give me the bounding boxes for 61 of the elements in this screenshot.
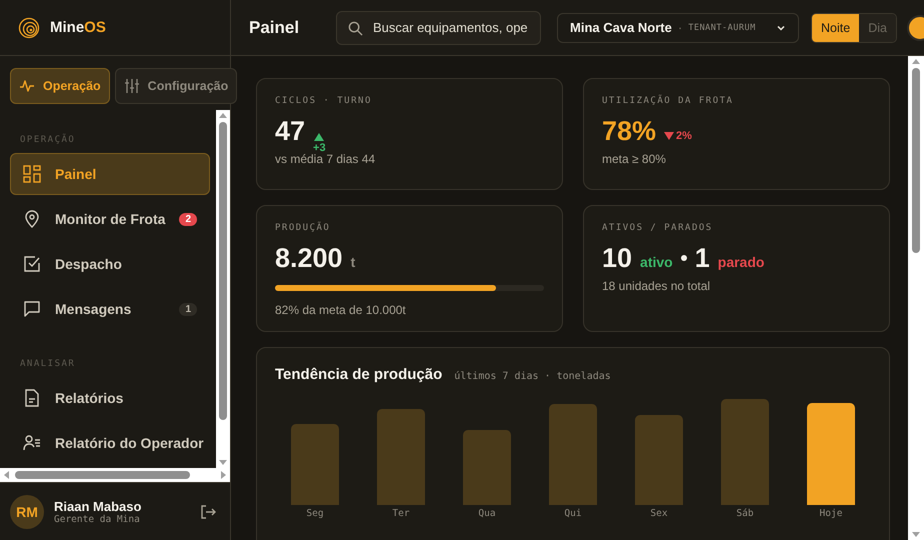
day-label: Sex <box>650 508 668 519</box>
nav-item[interactable]: Painel <box>10 153 210 195</box>
search-field[interactable]: Buscar equipamentos, ope <box>336 10 541 44</box>
pulse-icon <box>19 78 35 94</box>
chat-bubble-icon <box>23 300 41 318</box>
location-pin-icon <box>23 210 41 228</box>
nav-item[interactable]: Despacho <box>10 243 210 285</box>
day-label: Ter <box>392 508 410 519</box>
nav-section-title: OPERAÇÃO <box>19 132 76 147</box>
day-label: Sáb <box>736 508 754 519</box>
delta-value: 2% <box>676 130 692 142</box>
separator-dot-icon <box>680 255 687 261</box>
card-label: PRODUÇÃO <box>275 223 332 233</box>
kpi-value: 78% <box>602 115 656 148</box>
day-label: Hoje <box>820 508 842 519</box>
unit-label: t <box>350 254 356 270</box>
grid-icon <box>23 165 41 183</box>
site-selector[interactable]: Mina Cava Norte · TENANT-AURUM <box>557 12 799 42</box>
card-note: vs média 7 dias 44 <box>275 152 376 166</box>
card-note: meta ≥ 80% <box>602 152 667 166</box>
logout-icon[interactable] <box>200 504 216 520</box>
card-label: ATIVOS / PARADOS <box>602 223 714 233</box>
user-list-icon <box>23 434 41 452</box>
chart-subtitle: últimos 7 dias · toneladas <box>454 371 611 382</box>
day-label: Qui <box>564 508 582 519</box>
kpi-value: 8.200 <box>275 242 343 275</box>
search-icon <box>348 20 363 36</box>
checkbox-icon <box>23 255 41 273</box>
chart-title: Tendência de produção <box>275 366 442 383</box>
user-role: Gerente da Mina <box>54 514 141 524</box>
status-label: ativo <box>640 254 673 270</box>
count-badge: 1 <box>179 302 197 316</box>
day-label: Qua <box>478 508 496 519</box>
card-note: 18 unidades no total <box>602 279 712 293</box>
theme-toggle-option[interactable]: Noite <box>812 14 860 42</box>
scrollbar[interactable] <box>216 110 230 468</box>
kpi-value: 1 <box>694 242 710 275</box>
card-note: 82% da meta de 10.000t <box>275 303 407 317</box>
user-avatar: RM <box>10 494 44 528</box>
document-icon <box>23 389 41 407</box>
nav-item[interactable]: Relatórios <box>10 377 210 419</box>
mode-tab[interactable]: Operação <box>10 68 110 104</box>
sliders-icon <box>124 78 140 94</box>
kpi-value: 10 <box>602 242 632 275</box>
app-logo-text: MineOS <box>50 19 106 36</box>
day-label: Seg <box>306 508 324 519</box>
count-badge: 2 <box>179 212 197 226</box>
nav-item[interactable]: Mensagens 1 <box>10 288 210 330</box>
delta-value: +3 <box>313 143 326 154</box>
user-name: Riaan Mabaso <box>54 498 142 514</box>
card-label: UTILIZAÇÃO DA FROTA <box>602 96 734 106</box>
status-label: parado <box>718 254 764 270</box>
logo-icon <box>18 16 40 38</box>
mode-tab[interactable]: Configuração <box>114 68 238 104</box>
scrollbar[interactable] <box>908 56 924 540</box>
page-title: Painel <box>249 18 300 38</box>
nav-item[interactable]: Relatório do Operador <box>10 422 210 464</box>
nav-section-title: ANALISAR <box>19 358 76 371</box>
card-label: CICLOS · TURNO <box>275 96 373 106</box>
nav-item[interactable]: Monitor de Frota 2 <box>10 198 210 240</box>
kpi-value: 47 <box>275 115 306 148</box>
